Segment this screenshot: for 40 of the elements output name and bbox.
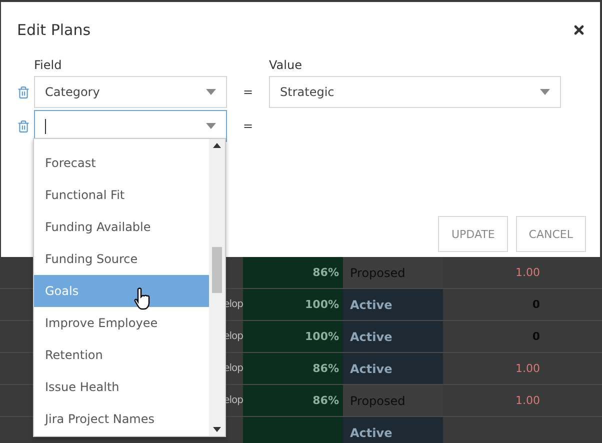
scrollbar-thumb[interactable] bbox=[212, 247, 222, 293]
trash-icon[interactable] bbox=[17, 120, 30, 132]
value-label: Value bbox=[269, 58, 303, 72]
cancel-button[interactable]: CANCEL bbox=[516, 216, 586, 252]
scrollbar[interactable] bbox=[209, 139, 225, 436]
dialog-title: Edit Plans bbox=[17, 21, 91, 39]
equals-sign: = bbox=[242, 85, 254, 99]
dropdown-option[interactable]: Forecast bbox=[34, 147, 209, 179]
dropdown-option[interactable]: Functional Fit bbox=[34, 179, 209, 211]
update-button[interactable]: UPDATE bbox=[438, 216, 508, 252]
dropdown-option[interactable]: Jira Project Names bbox=[34, 403, 209, 435]
percent-cell: 86% bbox=[243, 353, 343, 384]
dropdown-option[interactable]: Improve Employee bbox=[34, 307, 209, 339]
scroll-up-icon[interactable] bbox=[213, 143, 221, 148]
percent-cell: 86% bbox=[243, 385, 343, 416]
dropdown-option[interactable]: Issue Health bbox=[34, 371, 209, 403]
value-select[interactable]: Strategic bbox=[269, 76, 561, 108]
dropdown-option[interactable]: Funding Source bbox=[34, 243, 209, 275]
caret-icon bbox=[206, 89, 216, 95]
amount-cell-text: 1.00 bbox=[514, 265, 540, 281]
status-cell: Active bbox=[343, 289, 443, 320]
field-select[interactable]: Category bbox=[34, 76, 227, 108]
status-cell: Active bbox=[343, 417, 443, 443]
equals-sign: = bbox=[242, 119, 254, 133]
status-cell: Active bbox=[343, 353, 443, 384]
trash-icon[interactable] bbox=[17, 86, 30, 98]
dropdown-option[interactable]: Funding Available bbox=[34, 211, 209, 243]
caret-icon bbox=[540, 89, 550, 95]
hand-cursor-icon bbox=[133, 287, 151, 311]
dropdown-option[interactable]: Retention bbox=[34, 339, 209, 371]
percent-cell: 86% bbox=[243, 257, 343, 288]
amount-cell-text: 1.00 bbox=[514, 393, 540, 409]
status-cell: Active bbox=[343, 321, 443, 352]
close-icon[interactable] bbox=[572, 23, 586, 37]
field-label: Field bbox=[34, 58, 63, 72]
amount-cell-text: 1.00 bbox=[514, 361, 540, 377]
scroll-down-icon[interactable] bbox=[213, 427, 221, 432]
percent-cell: 100% bbox=[243, 289, 343, 320]
caret-icon bbox=[206, 123, 216, 129]
percent-cell: 100% bbox=[243, 321, 343, 352]
